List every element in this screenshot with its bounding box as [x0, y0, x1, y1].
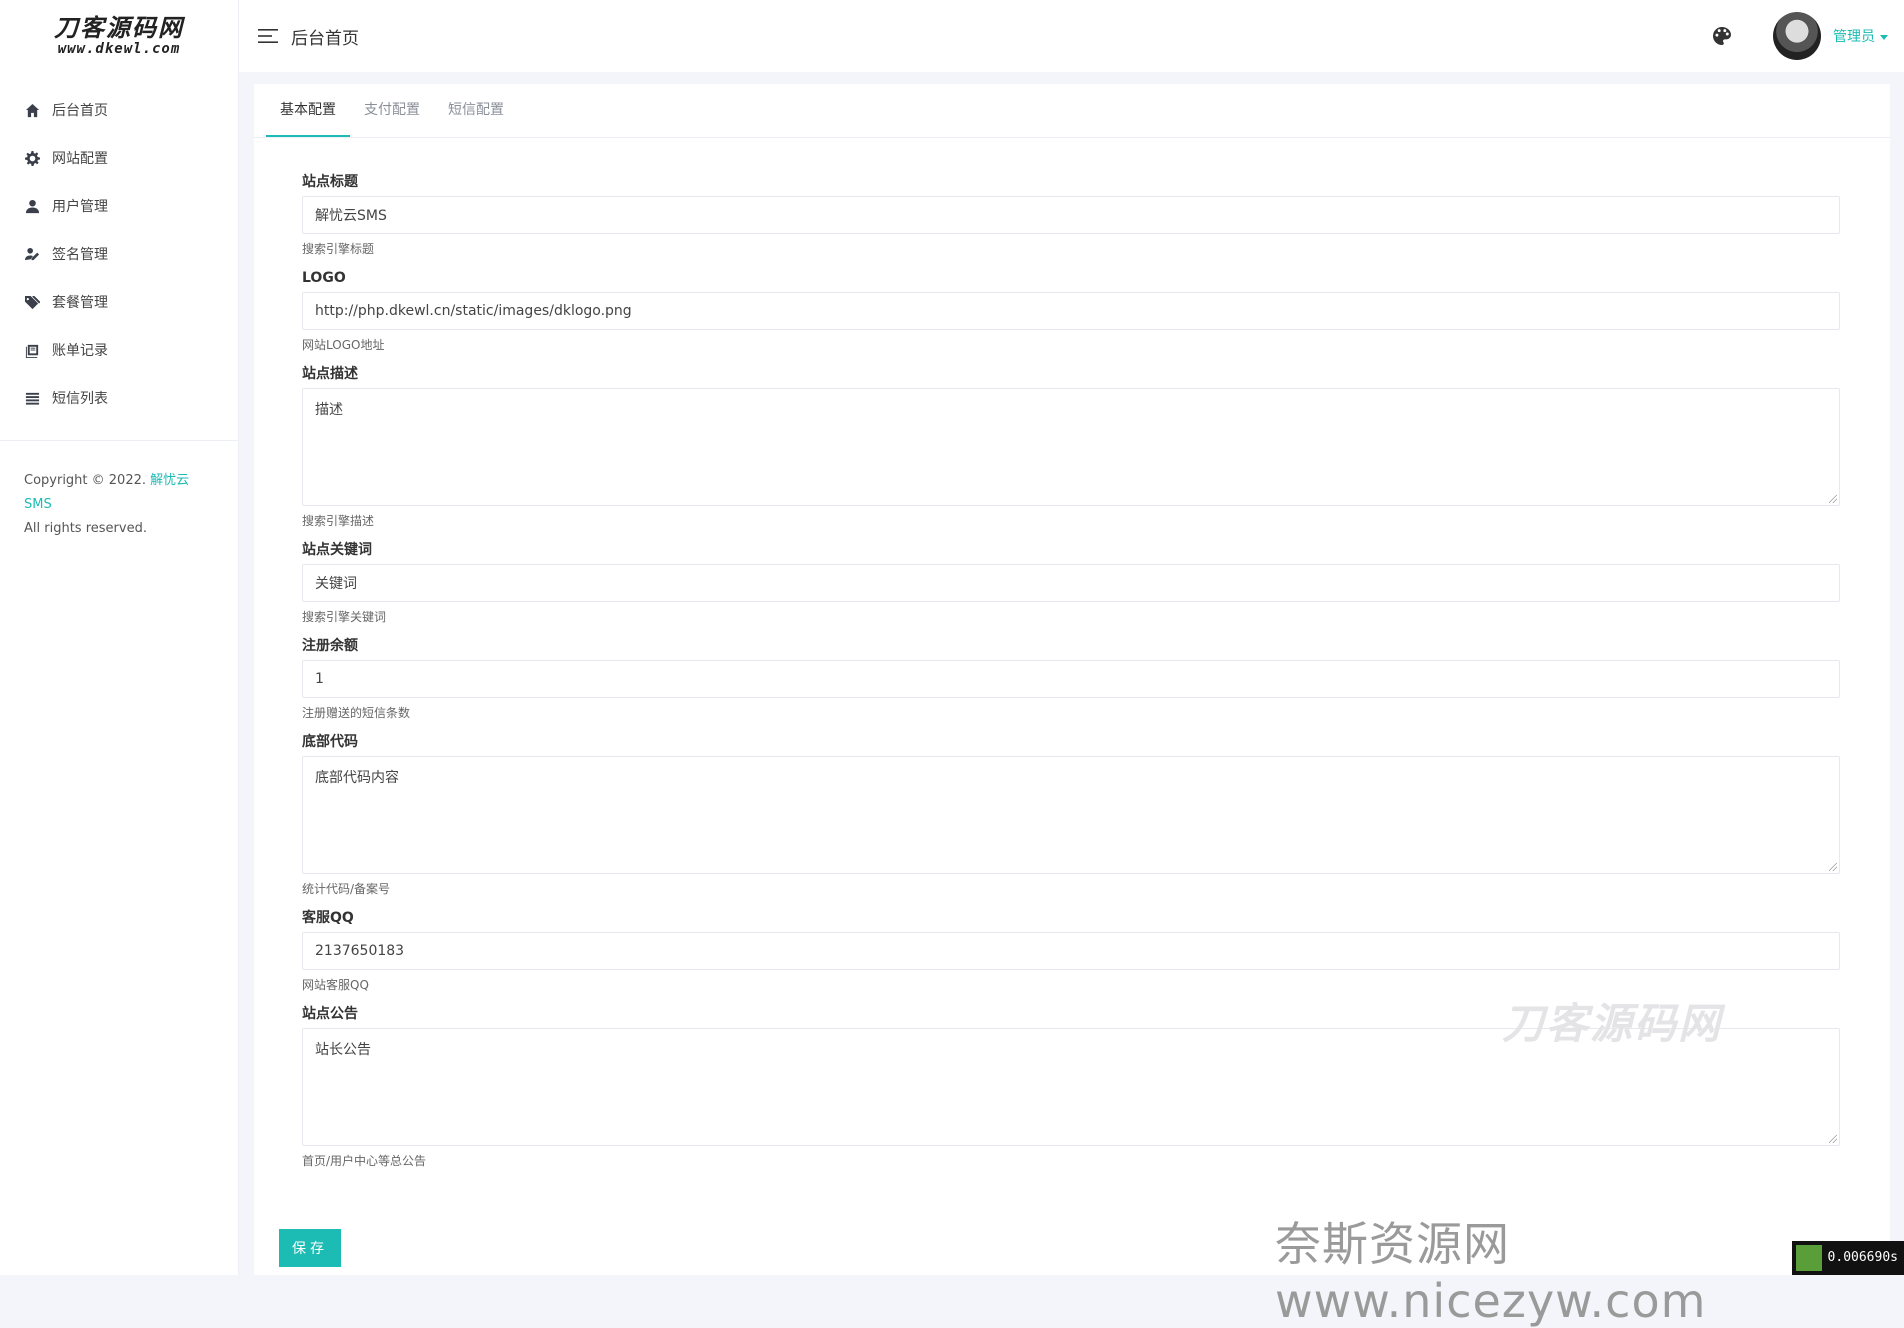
field-help: 注册赠送的短信条数 — [302, 706, 411, 720]
sidebar: 刀客源码网 www.dkewl.com 后台首页 网站配置 用户管理 签名管理 … — [0, 0, 239, 1275]
field-label: 站点描述 — [302, 366, 358, 382]
sidebar-item-signatures[interactable]: 签名管理 — [0, 230, 238, 278]
sidebar-item-label: 后台首页 — [52, 103, 108, 119]
field-service-qq: 客服QQ 2137650183 网站客服QQ — [302, 904, 1840, 1000]
resize-handle-icon[interactable] — [1829, 1135, 1837, 1143]
logo-url-input[interactable]: http://php.dkewl.cn/static/images/dklogo… — [302, 292, 1840, 330]
config-tabs: 基本配置 支付配置 短信配置 — [254, 84, 1890, 138]
save-button[interactable]: 保存 — [279, 1229, 341, 1267]
sidebar-item-site-config[interactable]: 网站配置 — [0, 134, 238, 182]
field-label: 注册余额 — [302, 638, 358, 654]
copyright-suffix: All rights reserved. — [24, 521, 147, 536]
tags-icon — [22, 292, 42, 312]
field-label: 客服QQ — [302, 910, 354, 926]
field-site-desc: 站点描述 描述 搜索引擎描述 — [302, 360, 1840, 536]
page-title: 后台首页 — [291, 28, 359, 49]
sidebar-item-label: 套餐管理 — [52, 295, 108, 311]
footer-code-textarea[interactable]: 底部代码内容 — [302, 756, 1840, 874]
register-balance-input[interactable]: 1 — [302, 660, 1840, 698]
user-name: 管理员 — [1833, 29, 1875, 45]
avatar[interactable] — [1773, 12, 1821, 60]
field-logo: LOGO http://php.dkewl.cn/static/images/d… — [302, 264, 1840, 360]
field-help: 统计代码/备案号 — [302, 882, 391, 896]
field-help: 首页/用户中心等总公告 — [302, 1154, 427, 1168]
signature-icon — [22, 244, 42, 264]
list-icon — [22, 388, 42, 408]
sidebar-item-bills[interactable]: 账单记录 — [0, 326, 238, 374]
palette-icon[interactable] — [1711, 25, 1733, 47]
logo-main-text: 刀客源码网 — [54, 13, 184, 42]
field-label: 站点标题 — [302, 174, 358, 190]
site-title-input[interactable]: 解忧云SMS — [302, 196, 1840, 234]
sidebar-item-sms-list[interactable]: 短信列表 — [0, 374, 238, 422]
site-logo[interactable]: 刀客源码网 www.dkewl.com — [0, 0, 238, 72]
sidebar-item-label: 短信列表 — [52, 391, 108, 407]
caret-down-icon — [1880, 34, 1888, 40]
sidebar-item-label: 用户管理 — [52, 199, 108, 215]
field-help: 搜索引擎描述 — [302, 514, 375, 528]
field-help: 搜索引擎标题 — [302, 242, 375, 256]
tab-payment-config[interactable]: 支付配置 — [350, 84, 434, 137]
user-menu-button[interactable]: 管理员 — [1833, 26, 1888, 46]
book-icon — [22, 340, 42, 360]
field-label: 底部代码 — [302, 734, 358, 750]
menu-toggle-icon[interactable] — [257, 25, 279, 47]
sidebar-item-packages[interactable]: 套餐管理 — [0, 278, 238, 326]
sidebar-item-label: 签名管理 — [52, 247, 108, 263]
sidebar-item-users[interactable]: 用户管理 — [0, 182, 238, 230]
user-icon — [22, 196, 42, 216]
sidebar-item-label: 账单记录 — [52, 343, 108, 359]
field-label: 站点关键词 — [302, 542, 372, 558]
config-card: 基本配置 支付配置 短信配置 站点标题 解忧云SMS 搜索引擎标题 LOGO h… — [254, 84, 1890, 1275]
field-site-keywords: 站点关键词 关键词 搜索引擎关键词 — [302, 536, 1840, 632]
field-help: 网站LOGO地址 — [302, 338, 385, 352]
field-help: 搜索引擎关键词 — [302, 610, 387, 624]
home-icon — [22, 100, 42, 120]
timer-badge: 0.006690s — [1791, 1241, 1904, 1275]
timer-value: 0.006690s — [1827, 1250, 1898, 1265]
sidebar-item-label: 网站配置 — [52, 151, 108, 167]
field-site-title: 站点标题 解忧云SMS 搜索引擎标题 — [302, 168, 1840, 264]
textarea-value: 描述 — [315, 402, 343, 418]
field-label: LOGO — [302, 270, 346, 286]
copyright: Copyright © 2022. 解忧云SMS All rights rese… — [0, 441, 238, 541]
gear-icon — [22, 148, 42, 168]
textarea-value: 站长公告 — [315, 1042, 371, 1058]
resize-handle-icon[interactable] — [1829, 863, 1837, 871]
resize-handle-icon[interactable] — [1829, 495, 1837, 503]
site-desc-textarea[interactable]: 描述 — [302, 388, 1840, 506]
site-keywords-input[interactable]: 关键词 — [302, 564, 1840, 602]
service-qq-input[interactable]: 2137650183 — [302, 932, 1840, 970]
top-bar: 后台首页 管理员 — [239, 0, 1904, 72]
sidebar-item-home[interactable]: 后台首页 — [0, 86, 238, 134]
watermark-center: 刀客源码网 — [1502, 999, 1723, 1048]
copyright-prefix: Copyright © 2022. — [24, 473, 147, 488]
sidebar-menu: 后台首页 网站配置 用户管理 签名管理 套餐管理 账单记录 短信列表 — [0, 72, 238, 422]
field-footer-code: 底部代码 底部代码内容 统计代码/备案号 — [302, 728, 1840, 904]
tab-basic-config[interactable]: 基本配置 — [266, 84, 350, 137]
logo-sub-text: www.dkewl.com — [57, 41, 181, 57]
leaf-icon — [1795, 1245, 1822, 1271]
tab-sms-config[interactable]: 短信配置 — [434, 84, 518, 137]
field-register-balance: 注册余额 1 注册赠送的短信条数 — [302, 632, 1840, 728]
topbar-right: 管理员 — [1711, 0, 1888, 72]
textarea-value: 底部代码内容 — [315, 770, 399, 786]
